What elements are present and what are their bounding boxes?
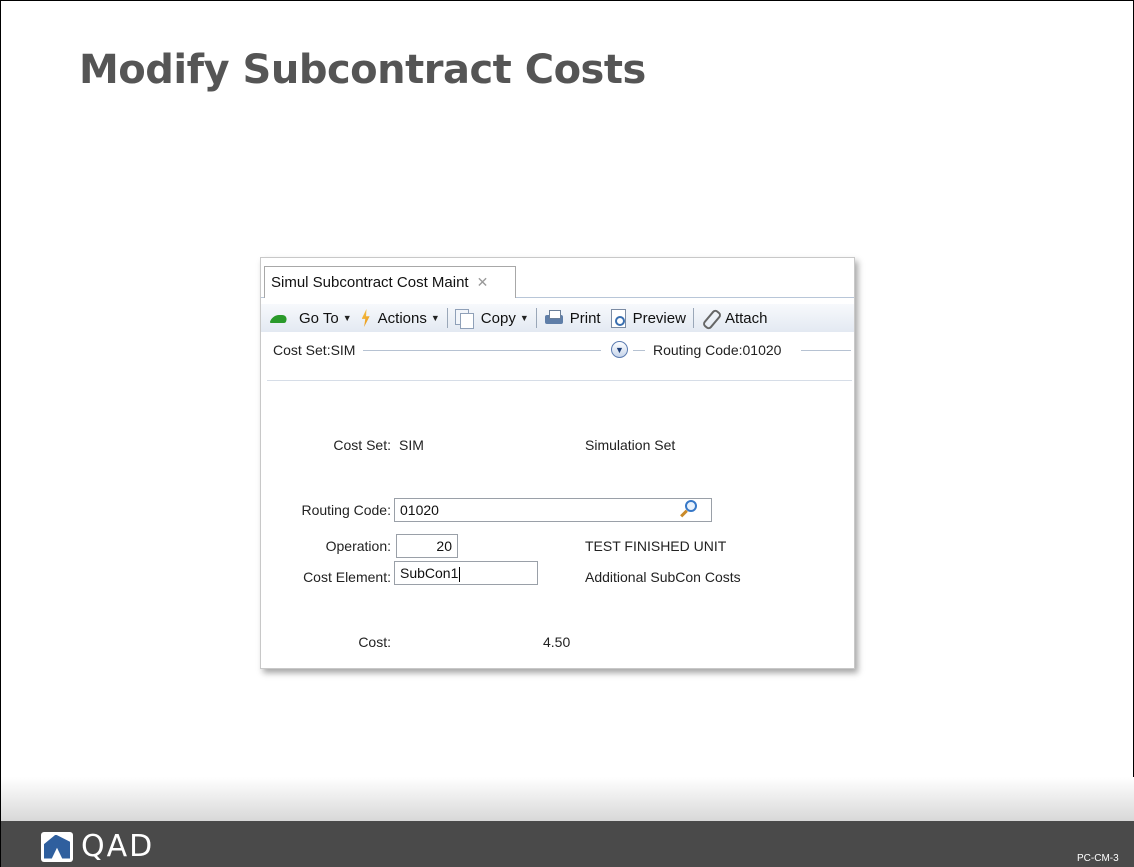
dropdown-caret-icon: ▼: [430, 313, 440, 323]
cost-element-field[interactable]: SubCon1: [394, 561, 538, 585]
toolbar: Go To ▼ Actions ▼ Copy ▼ Print Preview A…: [261, 304, 854, 332]
operation-field[interactable]: 20: [396, 534, 458, 558]
chevron-down-icon[interactable]: ▼: [611, 341, 628, 358]
cost-set-value: SIM: [399, 437, 424, 453]
cost-label: Cost:: [358, 634, 391, 650]
routing-code-value: 01020: [400, 502, 439, 518]
cost-set-description: Simulation Set: [585, 437, 676, 453]
preview-button[interactable]: Preview: [605, 309, 690, 328]
operation-value: 20: [436, 538, 452, 554]
preview-label: Preview: [632, 309, 686, 327]
divider-line: [801, 350, 851, 351]
cost-element-value: SubCon1: [400, 565, 459, 581]
divider-line: [633, 350, 645, 351]
text-cursor: [459, 566, 461, 582]
application-window: Simul Subcontract Cost Maint ✕ Go To ▼ A…: [260, 257, 855, 669]
tab-simul-subcontract-cost-maint[interactable]: Simul Subcontract Cost Maint ✕: [264, 266, 516, 298]
print-button[interactable]: Print: [540, 310, 605, 327]
actions-label: Actions: [377, 309, 427, 327]
tab-label: Simul Subcontract Cost Maint: [271, 274, 469, 291]
toolbar-separator: [446, 308, 448, 328]
copy-button[interactable]: Copy ▼: [451, 309, 533, 329]
magnifier-icon[interactable]: [679, 499, 699, 519]
routing-code-field[interactable]: 01020: [394, 498, 712, 522]
footer-bar: [1, 821, 1134, 867]
routing-code-label: Routing Code:: [301, 502, 391, 518]
actions-button[interactable]: Actions ▼: [356, 309, 444, 327]
footer-gradient: [1, 777, 1134, 821]
attach-button[interactable]: Attach: [697, 309, 772, 327]
divider-line: [363, 350, 601, 351]
paperclip-icon: [701, 309, 719, 327]
dropdown-caret-icon: ▼: [342, 313, 352, 323]
header-routing-code: Routing Code:01020: [653, 342, 782, 358]
slide-title: Modify Subcontract Costs: [79, 47, 646, 93]
lightning-icon: [360, 309, 372, 327]
close-icon[interactable]: ✕: [477, 274, 489, 291]
preview-icon: [609, 309, 627, 328]
operation-description: TEST FINISHED UNIT: [585, 538, 727, 554]
slide: Modify Subcontract Costs Simul Subcontra…: [0, 0, 1134, 867]
arrow-icon: [269, 312, 293, 324]
cost-element-label: Cost Element:: [303, 569, 391, 585]
header-cost-set: Cost Set:SIM: [273, 342, 356, 358]
header-summary: Cost Set:SIM ▼ Routing Code:01020: [261, 338, 854, 362]
cost-value: 4.50: [543, 634, 571, 650]
toolbar-separator: [692, 308, 694, 328]
printer-icon: [544, 310, 564, 326]
copy-label: Copy: [480, 309, 516, 327]
qad-logo: QAD: [41, 829, 154, 864]
header-divider: [267, 380, 852, 381]
tab-strip: Simul Subcontract Cost Maint ✕: [261, 258, 854, 298]
cost-set-label: Cost Set:: [333, 437, 391, 453]
goto-button[interactable]: Go To ▼: [265, 310, 356, 327]
cost-element-description: Additional SubCon Costs: [585, 569, 741, 585]
goto-label: Go To: [299, 309, 339, 327]
page-code: PC-CM-3: [1077, 853, 1119, 864]
attach-label: Attach: [724, 309, 768, 327]
dropdown-caret-icon: ▼: [519, 313, 529, 323]
print-label: Print: [569, 309, 601, 327]
operation-label: Operation:: [325, 538, 391, 554]
qad-logo-icon: [41, 831, 73, 862]
copy-icon: [454, 309, 475, 329]
qad-logo-text: QAD: [81, 829, 155, 864]
toolbar-separator: [535, 308, 537, 328]
